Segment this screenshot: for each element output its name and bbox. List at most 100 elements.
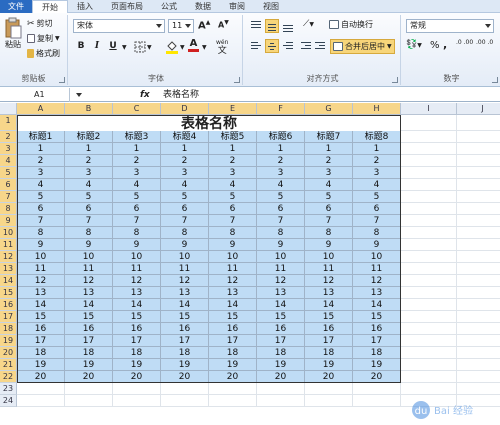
tab-view[interactable]: 视图 <box>254 0 288 13</box>
table-cell[interactable]: 20 <box>113 371 161 383</box>
table-cell[interactable]: 14 <box>257 299 305 311</box>
table-cell[interactable]: 2 <box>65 155 113 167</box>
table-header-cell[interactable]: 标题4 <box>161 131 209 143</box>
row-header-11[interactable]: 11 <box>0 239 17 251</box>
table-cell[interactable]: 2 <box>305 155 353 167</box>
table-cell[interactable]: 8 <box>65 227 113 239</box>
table-cell[interactable]: 18 <box>353 347 401 359</box>
decrease-decimal-button[interactable]: .00 .0 <box>476 40 494 46</box>
tab-file[interactable]: 文件 <box>0 0 32 13</box>
wrap-text-button[interactable]: 自动换行 <box>329 19 373 30</box>
empty-cell[interactable] <box>65 383 113 395</box>
table-cell[interactable]: 9 <box>257 239 305 251</box>
bold-button[interactable]: B <box>74 39 88 53</box>
table-cell[interactable]: 5 <box>65 191 113 203</box>
empty-cell[interactable] <box>457 335 500 347</box>
table-cell[interactable]: 7 <box>17 215 65 227</box>
row-header-8[interactable]: 8 <box>0 203 17 215</box>
table-cell[interactable]: 19 <box>353 359 401 371</box>
table-cell[interactable]: 4 <box>209 179 257 191</box>
empty-cell[interactable] <box>401 275 457 287</box>
paste-button[interactable]: 粘贴 <box>2 17 24 57</box>
table-cell[interactable]: 17 <box>113 335 161 347</box>
table-cell[interactable]: 7 <box>353 215 401 227</box>
table-cell[interactable]: 2 <box>209 155 257 167</box>
table-cell[interactable]: 20 <box>65 371 113 383</box>
table-cell[interactable]: 20 <box>257 371 305 383</box>
table-header-cell[interactable]: 标题5 <box>209 131 257 143</box>
empty-cell[interactable] <box>457 167 500 179</box>
row-header-19[interactable]: 19 <box>0 335 17 347</box>
empty-cell[interactable] <box>457 383 500 395</box>
table-cell[interactable]: 16 <box>257 323 305 335</box>
table-cell[interactable]: 14 <box>17 299 65 311</box>
table-cell[interactable]: 12 <box>209 275 257 287</box>
table-cell[interactable]: 11 <box>17 263 65 275</box>
table-cell[interactable]: 10 <box>17 251 65 263</box>
table-cell[interactable]: 18 <box>17 347 65 359</box>
table-cell[interactable]: 15 <box>305 311 353 323</box>
table-header-cell[interactable]: 标题8 <box>353 131 401 143</box>
empty-cell[interactable] <box>401 335 457 347</box>
table-cell[interactable]: 7 <box>65 215 113 227</box>
empty-cell[interactable] <box>457 239 500 251</box>
table-cell[interactable]: 3 <box>257 167 305 179</box>
table-cell[interactable]: 9 <box>353 239 401 251</box>
table-cell[interactable]: 3 <box>353 167 401 179</box>
table-title-cell[interactable]: 表格名称 <box>17 115 401 132</box>
table-cell[interactable]: 2 <box>161 155 209 167</box>
empty-cell[interactable] <box>401 251 457 263</box>
cut-button[interactable]: ✂ 剪切 <box>27 18 53 29</box>
empty-cell[interactable] <box>401 143 457 155</box>
table-cell[interactable]: 6 <box>17 203 65 215</box>
underline-dropdown-icon[interactable]: ▼ <box>122 44 127 51</box>
table-cell[interactable]: 2 <box>353 155 401 167</box>
align-bottom-icon[interactable] <box>281 19 295 33</box>
table-cell[interactable]: 10 <box>161 251 209 263</box>
column-header-i[interactable]: I <box>401 103 457 115</box>
copy-dropdown-icon[interactable]: ▼ <box>55 35 60 42</box>
table-cell[interactable]: 16 <box>305 323 353 335</box>
italic-button[interactable]: I <box>90 39 104 53</box>
empty-cell[interactable] <box>17 383 65 395</box>
column-header-a[interactable]: A <box>17 103 65 115</box>
table-cell[interactable]: 1 <box>353 143 401 155</box>
phonetic-button[interactable]: wén 文 <box>216 39 228 56</box>
empty-cell[interactable] <box>401 203 457 215</box>
empty-cell[interactable] <box>401 191 457 203</box>
empty-cell[interactable] <box>457 191 500 203</box>
table-cell[interactable]: 13 <box>209 287 257 299</box>
table-cell[interactable]: 14 <box>65 299 113 311</box>
font-color-dropdown-icon[interactable]: ▼ <box>202 44 207 51</box>
empty-cell[interactable] <box>457 299 500 311</box>
table-cell[interactable]: 2 <box>257 155 305 167</box>
table-cell[interactable]: 13 <box>113 287 161 299</box>
table-cell[interactable]: 15 <box>257 311 305 323</box>
column-header-d[interactable]: D <box>161 103 209 115</box>
row-header-13[interactable]: 13 <box>0 263 17 275</box>
row-header-6[interactable]: 6 <box>0 179 17 191</box>
row-header-16[interactable]: 16 <box>0 299 17 311</box>
table-cell[interactable]: 7 <box>209 215 257 227</box>
fill-color-button[interactable]: ▼ <box>165 40 185 54</box>
table-cell[interactable]: 7 <box>113 215 161 227</box>
table-cell[interactable]: 9 <box>161 239 209 251</box>
table-cell[interactable]: 3 <box>113 167 161 179</box>
empty-cell[interactable] <box>457 263 500 275</box>
table-cell[interactable]: 17 <box>353 335 401 347</box>
empty-cell[interactable] <box>457 371 500 383</box>
grow-font-button[interactable]: A▲ <box>198 19 210 31</box>
table-cell[interactable]: 18 <box>161 347 209 359</box>
column-header-h[interactable]: H <box>353 103 401 115</box>
table-cell[interactable]: 5 <box>17 191 65 203</box>
table-cell[interactable]: 17 <box>65 335 113 347</box>
row-header-18[interactable]: 18 <box>0 323 17 335</box>
table-cell[interactable]: 12 <box>305 275 353 287</box>
empty-cell[interactable] <box>401 227 457 239</box>
table-cell[interactable]: 19 <box>305 359 353 371</box>
row-header-21[interactable]: 21 <box>0 359 17 371</box>
table-cell[interactable]: 18 <box>113 347 161 359</box>
table-cell[interactable]: 6 <box>305 203 353 215</box>
table-cell[interactable]: 15 <box>113 311 161 323</box>
table-cell[interactable]: 4 <box>113 179 161 191</box>
